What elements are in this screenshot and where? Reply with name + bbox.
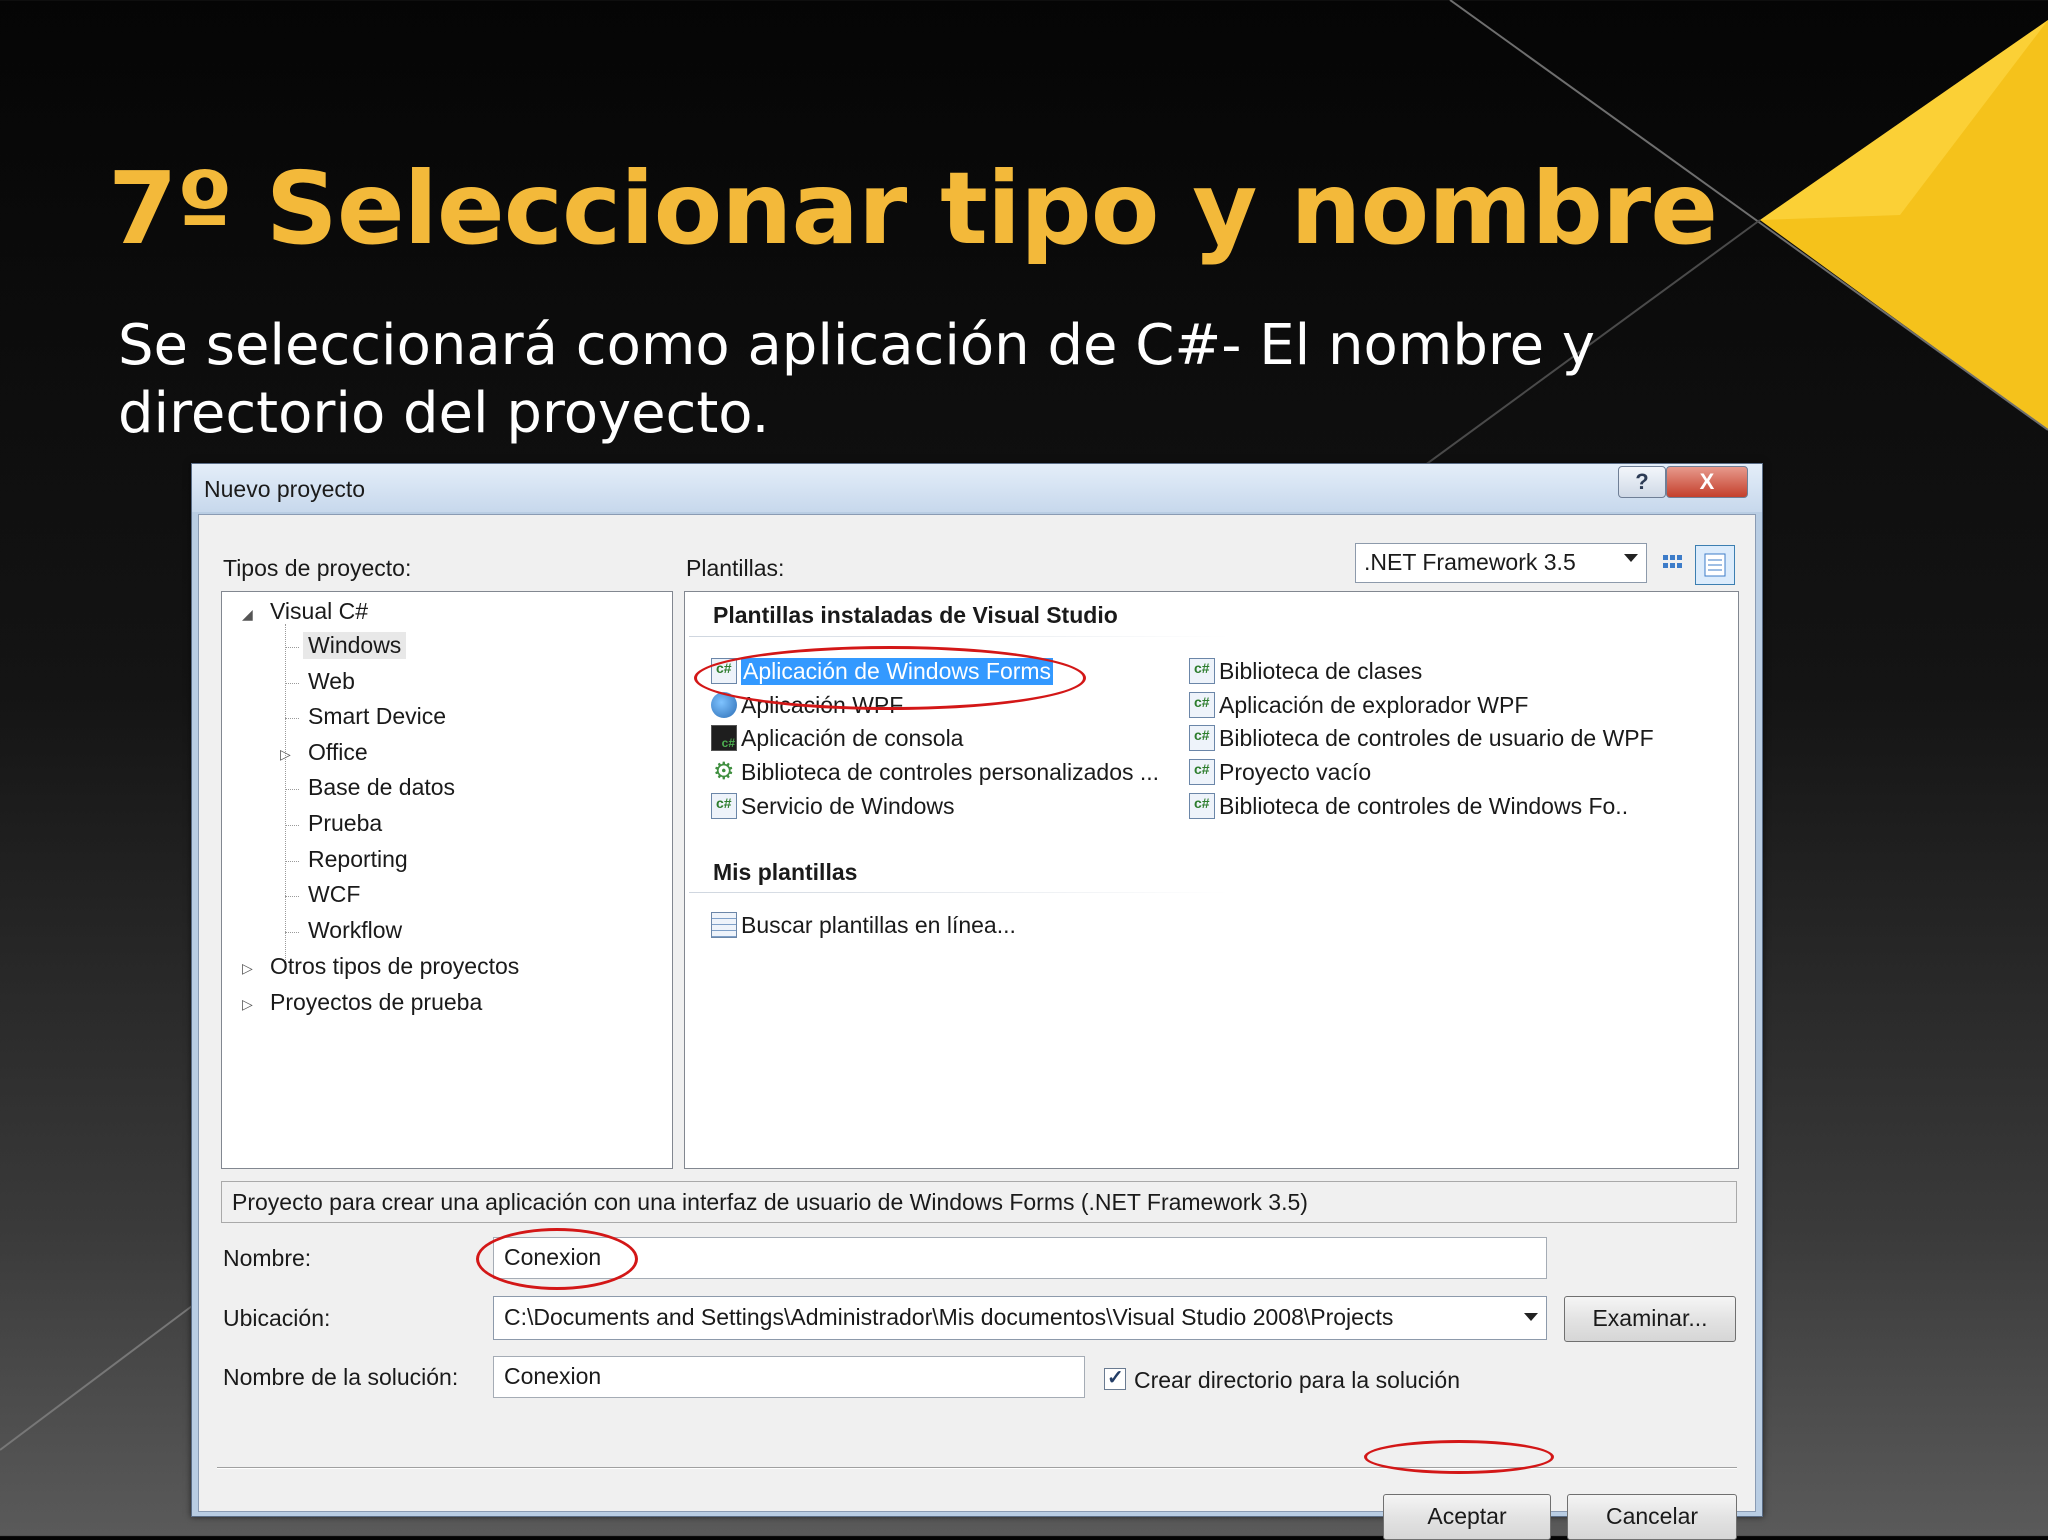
online-templates-icon — [711, 912, 737, 938]
help-button[interactable]: ? — [1618, 466, 1666, 498]
framework-value: .NET Framework 3.5 — [1364, 549, 1576, 575]
tree-item-wcf[interactable]: WCF — [308, 881, 360, 908]
dialog-titlebar[interactable]: Nuevo proyecto ? X — [192, 464, 1762, 512]
slide-title: 7º Seleccionar tipo y nombre — [108, 150, 1718, 267]
new-project-dialog: Nuevo proyecto ? X Tipos de proyecto: Pl… — [191, 463, 1763, 1540]
expanded-triangle-icon[interactable]: ◢ — [242, 606, 253, 623]
template-class-library[interactable]: Biblioteca de clases — [1189, 656, 1422, 686]
location-select[interactable]: C:\Documents and Settings\Administrador\… — [493, 1296, 1547, 1340]
project-types-tree[interactable]: ◢ Visual C# Windows Web Smart Device ▷ O… — [221, 591, 673, 1169]
tree-item-otros-tipos[interactable]: Otros tipos de proyectos — [270, 953, 519, 980]
templates-label: Plantillas: — [686, 555, 785, 581]
template-custom-controls[interactable]: Biblioteca de controles personalizados .… — [711, 757, 1159, 787]
collapsed-triangle-icon[interactable]: ▷ — [280, 746, 291, 763]
name-input[interactable]: Conexion — [493, 1237, 1547, 1279]
template-windows-service[interactable]: Servicio de Windows — [711, 791, 954, 821]
gear-icon — [711, 757, 737, 786]
windows-service-icon — [711, 793, 737, 819]
browse-button[interactable]: Examinar... — [1564, 1296, 1736, 1342]
ok-button[interactable]: Aceptar — [1383, 1494, 1551, 1540]
cancel-button[interactable]: Cancelar — [1567, 1494, 1737, 1540]
collapsed-triangle-icon[interactable]: ▷ — [242, 960, 253, 977]
project-types-label: Tipos de proyecto: — [223, 555, 412, 581]
class-library-icon — [1189, 658, 1215, 684]
slide-subtitle: Se seleccionará como aplicación de C#- E… — [118, 313, 1596, 446]
framework-select[interactable]: .NET Framework 3.5 — [1355, 543, 1647, 583]
tree-item-windows[interactable]: Windows — [303, 632, 407, 659]
dialog-title: Nuevo proyecto — [204, 476, 366, 502]
chevron-down-icon — [1624, 554, 1638, 562]
location-label: Ubicación: — [223, 1305, 331, 1331]
close-button[interactable]: X — [1666, 466, 1748, 498]
create-directory-label[interactable]: Crear directorio para la solución — [1134, 1367, 1460, 1394]
wpf-user-controls-icon — [1189, 725, 1215, 751]
tree-item-web[interactable]: Web — [308, 668, 355, 695]
my-templates-header: Mis plantillas — [713, 859, 858, 885]
tree-item-workflow[interactable]: Workflow — [308, 917, 402, 944]
template-windows-forms-controls[interactable]: Biblioteca de controles de Windows Fo.. — [1189, 791, 1628, 821]
small-icons-view-button[interactable] — [1695, 545, 1735, 585]
installed-templates-header: Plantillas instaladas de Visual Studio — [713, 602, 1118, 628]
annotation-ellipse-windows-forms — [694, 646, 1086, 710]
gold-triangle-decoration — [1760, 20, 2048, 430]
tree-item-office[interactable]: Office — [308, 739, 368, 766]
name-label: Nombre: — [223, 1245, 312, 1271]
empty-project-icon — [1189, 759, 1215, 785]
create-directory-checkbox[interactable] — [1104, 1365, 1126, 1390]
list-view-icon — [1704, 553, 1726, 577]
console-icon — [711, 725, 737, 751]
solution-name-label: Nombre de la solución: — [223, 1364, 459, 1390]
template-console[interactable]: Aplicación de consola — [711, 723, 963, 753]
annotation-ellipse-name — [476, 1228, 638, 1290]
collapsed-triangle-icon[interactable]: ▷ — [242, 996, 253, 1013]
windows-forms-controls-icon — [1189, 793, 1215, 819]
chevron-down-icon — [1524, 1313, 1538, 1321]
tree-item-visual-csharp[interactable]: Visual C# — [270, 598, 368, 625]
tree-item-prueba[interactable]: Prueba — [308, 810, 382, 837]
solution-name-input[interactable]: Conexion — [493, 1356, 1085, 1398]
tree-item-base-de-datos[interactable]: Base de datos — [308, 774, 455, 801]
large-icons-view-button[interactable] — [1655, 545, 1691, 581]
tree-item-proyectos-de-prueba[interactable]: Proyectos de prueba — [270, 989, 482, 1016]
template-empty-project[interactable]: Proyecto vacío — [1189, 757, 1371, 787]
tree-item-reporting[interactable]: Reporting — [308, 846, 408, 873]
template-description: Proyecto para crear una aplicación con u… — [221, 1181, 1737, 1223]
large-icons-icon — [1663, 555, 1682, 568]
template-wpf-browser[interactable]: Aplicación de explorador WPF — [1189, 690, 1528, 720]
annotation-ellipse-accept — [1364, 1440, 1554, 1474]
wpf-browser-icon — [1189, 692, 1215, 718]
template-wpf-user-controls[interactable]: Biblioteca de controles de usuario de WP… — [1189, 723, 1654, 753]
tree-item-smart-device[interactable]: Smart Device — [308, 703, 446, 730]
search-online-templates[interactable]: Buscar plantillas en línea... — [711, 910, 1016, 940]
